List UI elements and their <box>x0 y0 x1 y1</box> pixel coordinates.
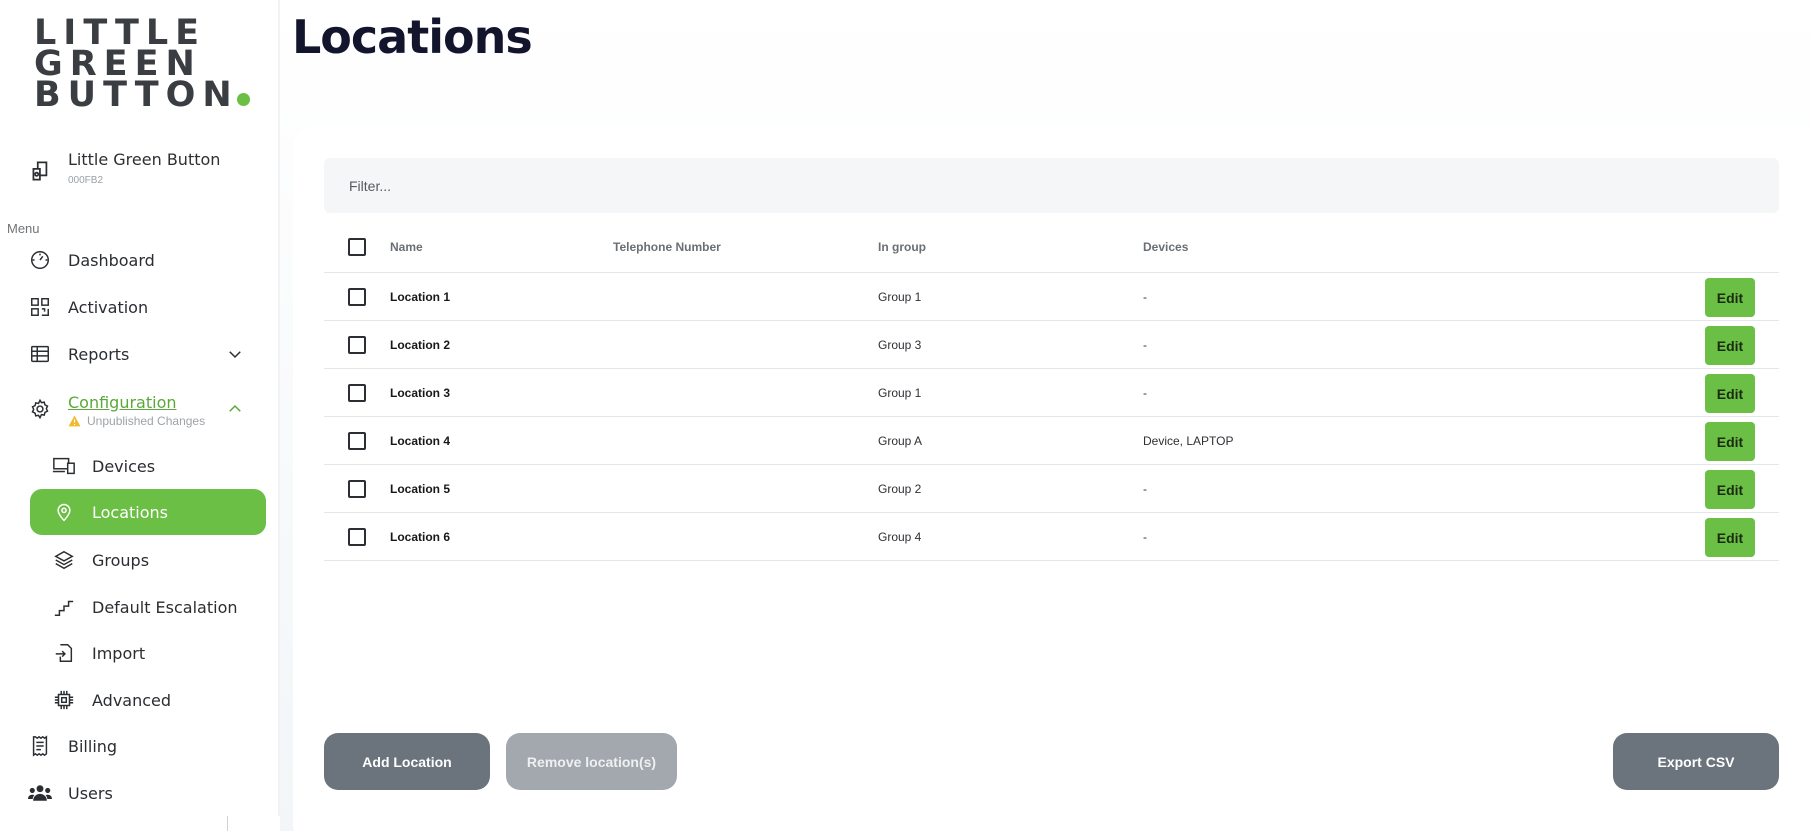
unpublished-changes-notice: Unpublished Changes <box>68 414 205 428</box>
edit-button[interactable]: Edit <box>1705 518 1755 557</box>
stairs-icon <box>52 595 76 619</box>
location-group: Group 2 <box>878 481 922 496</box>
table-row: Location 4 Group A Device, LAPTOP Edit <box>324 417 1779 465</box>
logo-dot-icon <box>236 93 250 106</box>
table-row: Location 3 Group 1 - Edit <box>324 369 1779 417</box>
header-name[interactable]: Name <box>390 240 423 254</box>
location-group: Group A <box>878 433 923 448</box>
gauge-icon <box>28 248 52 272</box>
sidebar-item-label: Configuration <box>68 392 177 412</box>
header-group[interactable]: In group <box>878 240 926 254</box>
sidebar-item-label: Advanced <box>92 690 172 710</box>
warning-icon <box>68 415 81 427</box>
table-row: Location 5 Group 2 - Edit <box>324 465 1779 513</box>
table-row: Location 2 Group 3 - Edit <box>324 321 1779 369</box>
table-row: Location 1 Group 1 - Edit <box>324 273 1779 321</box>
table-icon <box>28 342 52 366</box>
sidebar-item-label: Groups <box>92 550 150 570</box>
row-checkbox[interactable] <box>348 479 366 498</box>
row-checkbox[interactable] <box>348 431 366 450</box>
account-code: 000FB2 <box>68 175 104 186</box>
sidebar-item-locations[interactable]: Locations <box>30 489 266 535</box>
sidebar: LITTLE GREEN BUTTON Little Green Button … <box>0 0 278 816</box>
select-all-checkbox[interactable] <box>348 238 366 256</box>
header-devices[interactable]: Devices <box>1143 240 1188 254</box>
location-name: Location 1 <box>390 289 451 304</box>
chevron-up-icon[interactable] <box>226 400 244 418</box>
menu-label: Menu <box>7 221 40 236</box>
chip-icon <box>52 688 76 712</box>
page-title: Locations <box>292 10 533 64</box>
header-telephone[interactable]: Telephone Number <box>613 240 721 254</box>
sidebar-item-reports[interactable]: Reports <box>28 331 266 377</box>
edit-button[interactable]: Edit <box>1705 326 1755 365</box>
sidebar-item-label: Reports <box>68 344 130 364</box>
receipt-icon <box>28 734 52 758</box>
table-row: Location 6 Group 4 - Edit <box>324 513 1779 561</box>
edit-button[interactable]: Edit <box>1705 278 1755 317</box>
sidebar-item-users[interactable]: Users <box>28 770 266 816</box>
row-checkbox[interactable] <box>348 287 366 306</box>
sidebar-item-billing[interactable]: Billing <box>28 723 266 769</box>
sidebar-item-label: Default Escalation <box>92 597 238 617</box>
edit-button[interactable]: Edit <box>1705 422 1755 461</box>
sidebar-item-label: Locations <box>92 502 169 522</box>
location-devices: - <box>1143 337 1147 352</box>
logo-line-3: BUTTON <box>34 75 239 115</box>
sidebar-item-activation[interactable]: Activation <box>28 284 266 330</box>
location-group: Group 3 <box>878 337 922 352</box>
location-name: Location 6 <box>390 529 451 544</box>
brand-logo[interactable]: LITTLE GREEN BUTTON <box>34 16 250 113</box>
sidebar-item-label: Users <box>68 783 113 803</box>
location-name: Location 5 <box>390 481 451 496</box>
sidebar-item-label: Import <box>92 643 146 663</box>
account-icon <box>32 161 48 181</box>
location-group: Group 1 <box>878 289 922 304</box>
location-name: Location 3 <box>390 385 451 400</box>
sidebar-item-dashboard[interactable]: Dashboard <box>28 237 266 283</box>
sidebar-item-devices[interactable]: Devices <box>52 443 266 489</box>
remove-locations-button[interactable]: Remove location(s) <box>506 733 677 790</box>
table-header: Name Telephone Number In group Devices <box>324 222 1779 273</box>
sidebar-item-import[interactable]: Import <box>52 630 266 676</box>
account-switcher[interactable]: Little Green Button 000FB2 <box>28 150 220 186</box>
location-name: Location 2 <box>390 337 451 352</box>
add-location-button[interactable]: Add Location <box>324 733 490 790</box>
location-devices: - <box>1143 481 1147 496</box>
devices-icon <box>52 454 76 478</box>
sidebar-item-label: Dashboard <box>68 250 155 270</box>
location-devices: - <box>1143 385 1147 400</box>
sidebar-item-label: Billing <box>68 736 118 756</box>
filter-input[interactable] <box>324 158 1779 213</box>
edit-button[interactable]: Edit <box>1705 470 1755 509</box>
layers-icon <box>52 548 76 572</box>
qr-code-icon <box>28 295 52 319</box>
scroll-tick <box>227 816 228 831</box>
sidebar-item-label: Devices <box>92 456 156 476</box>
location-devices: Device, LAPTOP <box>1143 433 1234 448</box>
sidebar-item-advanced[interactable]: Advanced <box>52 677 266 723</box>
location-devices: - <box>1143 529 1147 544</box>
location-group: Group 1 <box>878 385 922 400</box>
export-csv-button[interactable]: Export CSV <box>1613 733 1779 790</box>
unpublished-label: Unpublished Changes <box>87 414 206 428</box>
chevron-down-icon[interactable] <box>226 345 244 363</box>
sidebar-item-label: Activation <box>68 297 149 317</box>
sidebar-item-groups[interactable]: Groups <box>52 537 266 583</box>
gear-icon <box>28 397 52 421</box>
sidebar-item-default-escalation[interactable]: Default Escalation <box>52 584 266 630</box>
edit-button[interactable]: Edit <box>1705 374 1755 413</box>
users-icon <box>28 781 52 805</box>
location-group: Group 4 <box>878 529 922 544</box>
import-icon <box>52 641 76 665</box>
row-checkbox[interactable] <box>348 335 366 354</box>
location-devices: - <box>1143 289 1147 304</box>
account-name: Little Green Button <box>68 150 221 169</box>
locations-table: Name Telephone Number In group Devices L… <box>324 222 1779 561</box>
map-pin-icon <box>52 500 76 524</box>
row-checkbox[interactable] <box>348 527 366 546</box>
row-checkbox[interactable] <box>348 383 366 402</box>
location-name: Location 4 <box>390 433 451 448</box>
